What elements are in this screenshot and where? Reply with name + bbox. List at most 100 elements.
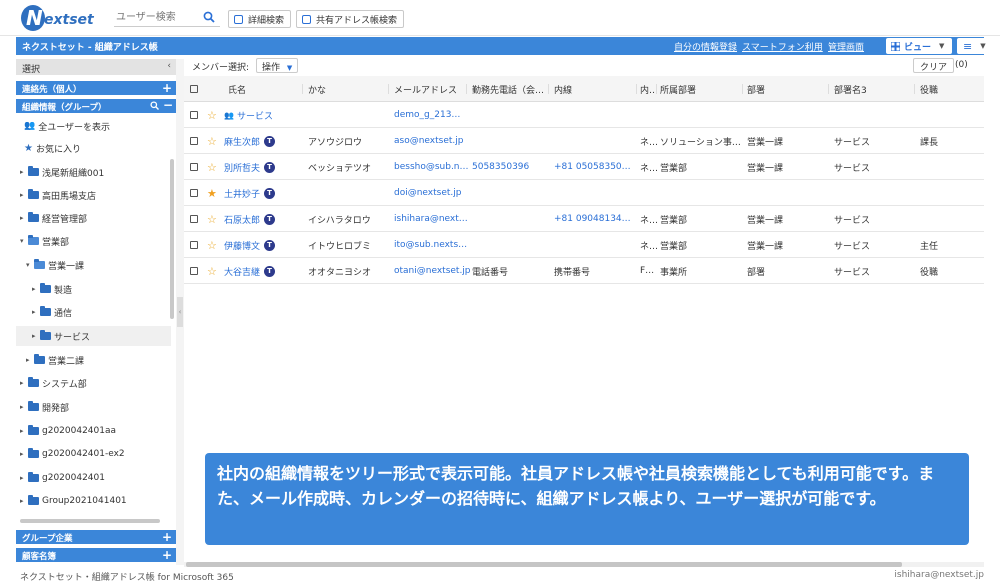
profile-link[interactable]: 自分の情報登録: [674, 40, 737, 53]
select-all-checkbox[interactable]: [190, 76, 198, 102]
teams-badge-icon[interactable]: T: [264, 161, 276, 173]
caret-right-icon[interactable]: ▸: [26, 356, 34, 364]
caret-right-icon[interactable]: ▸: [32, 308, 40, 316]
table-row[interactable]: ☆ 👥 サービス demo_g_213…: [184, 102, 984, 128]
table-row[interactable]: ☆ 大谷吉継 T オオタニヨシオ otani@nextset.jp 電話番号 携帯…: [184, 258, 984, 284]
favorites-item[interactable]: ★ お気に入り: [24, 138, 179, 158]
column-header[interactable]: メールアドレス: [394, 76, 457, 102]
teams-badge-icon[interactable]: T: [264, 187, 276, 199]
teams-badge-icon[interactable]: T: [264, 265, 276, 277]
show-all-users[interactable]: 👥 全ユーザーを表示: [24, 116, 179, 136]
member-name[interactable]: 石原太郎 T: [224, 206, 276, 232]
scrollbar-thumb[interactable]: [186, 562, 902, 567]
row-checkbox[interactable]: [190, 206, 198, 232]
member-name[interactable]: 土井妙子 T: [224, 180, 276, 206]
extension-link[interactable]: +81 05058350…: [554, 154, 636, 180]
column-header[interactable]: かな: [308, 76, 326, 102]
view-dropdown[interactable]: ビュー ▼: [886, 38, 952, 54]
extension-link[interactable]: +81 09048134…: [554, 206, 636, 232]
smartphone-link[interactable]: スマートフォン利用: [742, 40, 823, 53]
sidebar-scrollbar[interactable]: [170, 159, 174, 319]
tree-item-service[interactable]: ▸ サービス: [16, 326, 171, 346]
column-header[interactable]: 勤務先電話（会…: [472, 76, 548, 102]
tree-item-g[interactable]: ▸ g2020042401: [20, 468, 175, 488]
column-header[interactable]: 内線: [554, 76, 572, 102]
shared-book-search-button[interactable]: 共有アドレス帳検索: [296, 10, 405, 28]
tree-item-g-aa[interactable]: ▸ g2020042401aa: [20, 421, 175, 441]
caret-right-icon[interactable]: ▸: [20, 403, 28, 411]
member-name[interactable]: 別所哲夫 T: [224, 154, 276, 180]
member-name[interactable]: 麻生次郎 T: [224, 128, 276, 154]
tree-item-group2021[interactable]: ▸ Group2021041401: [20, 491, 175, 511]
contacts-personal-header[interactable]: 連絡先（個人） +: [16, 81, 176, 95]
caret-down-icon[interactable]: ▾: [20, 237, 28, 245]
caret-down-icon[interactable]: ▾: [26, 261, 34, 269]
email-link[interactable]: ito@sub.nexts…: [394, 232, 467, 258]
row-checkbox[interactable]: [190, 180, 198, 206]
row-checkbox[interactable]: [190, 258, 198, 284]
clear-button[interactable]: クリア: [913, 58, 955, 73]
tree-item-eigyo1[interactable]: ▾ 営業一課: [26, 255, 181, 275]
table-row[interactable]: ☆ 麻生次郎 T アソウジロウ aso@nextset.jp ネ… ソリューション…: [184, 128, 984, 154]
column-header[interactable]: 所属部署: [660, 76, 696, 102]
search-icon[interactable]: [203, 11, 215, 23]
table-row[interactable]: ☆ 伊藤博文 T イトウヒロブミ ito@sub.nexts… ネ… 営業部 営業…: [184, 232, 984, 258]
caret-right-icon[interactable]: ▸: [32, 285, 40, 293]
column-header[interactable]: 役職: [920, 76, 938, 102]
menu-dropdown[interactable]: ≡ ▼: [957, 38, 997, 54]
member-name[interactable]: 大谷吉継 T: [224, 258, 276, 284]
tree-item-keiei[interactable]: ▸ 経営管理部: [20, 208, 175, 228]
panel-splitter[interactable]: ‹: [176, 59, 184, 565]
work-phone-link[interactable]: 5058350396: [472, 154, 529, 180]
column-header[interactable]: 内…: [640, 76, 656, 102]
plus-icon[interactable]: +: [162, 530, 172, 544]
search-icon[interactable]: [150, 101, 159, 110]
tree-item-eigyo[interactable]: ▾ 営業部: [20, 231, 175, 251]
email-link[interactable]: bessho@sub.n…: [394, 154, 469, 180]
row-checkbox[interactable]: [190, 102, 198, 128]
column-header[interactable]: 氏名: [228, 76, 246, 102]
caret-right-icon[interactable]: ▸: [20, 474, 28, 482]
customer-list-header[interactable]: 顧客名簿 +: [16, 548, 176, 562]
nextset-logo[interactable]: N extset: [20, 3, 102, 33]
teams-badge-icon[interactable]: T: [264, 213, 276, 225]
tree-item-eigyo2[interactable]: ▸ 営業二課: [26, 350, 181, 370]
table-row[interactable]: ☆ 石原太郎 T イシハラタロウ ishihara@next… +81 09048…: [184, 206, 984, 232]
favorite-star-icon[interactable]: ☆: [207, 128, 217, 154]
email-link[interactable]: aso@nextset.jp: [394, 128, 463, 154]
admin-link[interactable]: 管理画面: [828, 40, 864, 53]
plus-icon[interactable]: +: [162, 548, 172, 562]
email-link[interactable]: ishihara@next…: [394, 206, 468, 232]
tree-item-asao[interactable]: ▸ 浅尾新組織001: [20, 162, 175, 182]
minus-icon[interactable]: −: [163, 99, 173, 112]
sidebar-hscrollbar[interactable]: [20, 519, 160, 523]
select-header[interactable]: 選択 ‹: [16, 59, 176, 75]
favorite-star-icon[interactable]: ★: [207, 180, 217, 206]
chevron-left-icon[interactable]: ‹: [167, 61, 171, 71]
favorite-star-icon[interactable]: ☆: [207, 258, 217, 284]
tree-item-seizo[interactable]: ▸ 製造: [32, 279, 187, 299]
teams-badge-icon[interactable]: T: [264, 239, 276, 251]
row-checkbox[interactable]: [190, 128, 198, 154]
email-link[interactable]: demo_g_213…: [394, 102, 460, 128]
group-company-header[interactable]: グループ企業 +: [16, 530, 176, 544]
table-hscrollbar[interactable]: [184, 562, 984, 567]
tree-item-takadanobaba[interactable]: ▸ 高田馬場支店: [20, 185, 175, 205]
favorite-star-icon[interactable]: ☆: [207, 206, 217, 232]
column-header[interactable]: 部署名3: [834, 76, 867, 102]
row-checkbox[interactable]: [190, 154, 198, 180]
caret-right-icon[interactable]: ▸: [20, 214, 28, 222]
tree-item-system[interactable]: ▸ システム部: [20, 373, 175, 393]
org-info-header[interactable]: 組織情報（グループ） −: [16, 99, 176, 113]
email-link[interactable]: doi@nextset.jp: [394, 180, 462, 206]
teams-badge-icon[interactable]: T: [264, 135, 276, 147]
caret-right-icon[interactable]: ▸: [20, 379, 28, 387]
tree-item-g-ex2[interactable]: ▸ g2020042401-ex2: [20, 444, 175, 464]
caret-right-icon[interactable]: ▸: [32, 332, 40, 340]
column-header[interactable]: 部署: [747, 76, 765, 102]
member-name[interactable]: 👥 サービス: [224, 102, 273, 128]
tree-item-tsushin[interactable]: ▸ 通信: [32, 302, 187, 322]
operation-dropdown[interactable]: 操作 ▼: [256, 58, 299, 73]
caret-right-icon[interactable]: ▸: [20, 191, 28, 199]
tree-item-kaihatsu[interactable]: ▸ 開発部: [20, 397, 175, 417]
